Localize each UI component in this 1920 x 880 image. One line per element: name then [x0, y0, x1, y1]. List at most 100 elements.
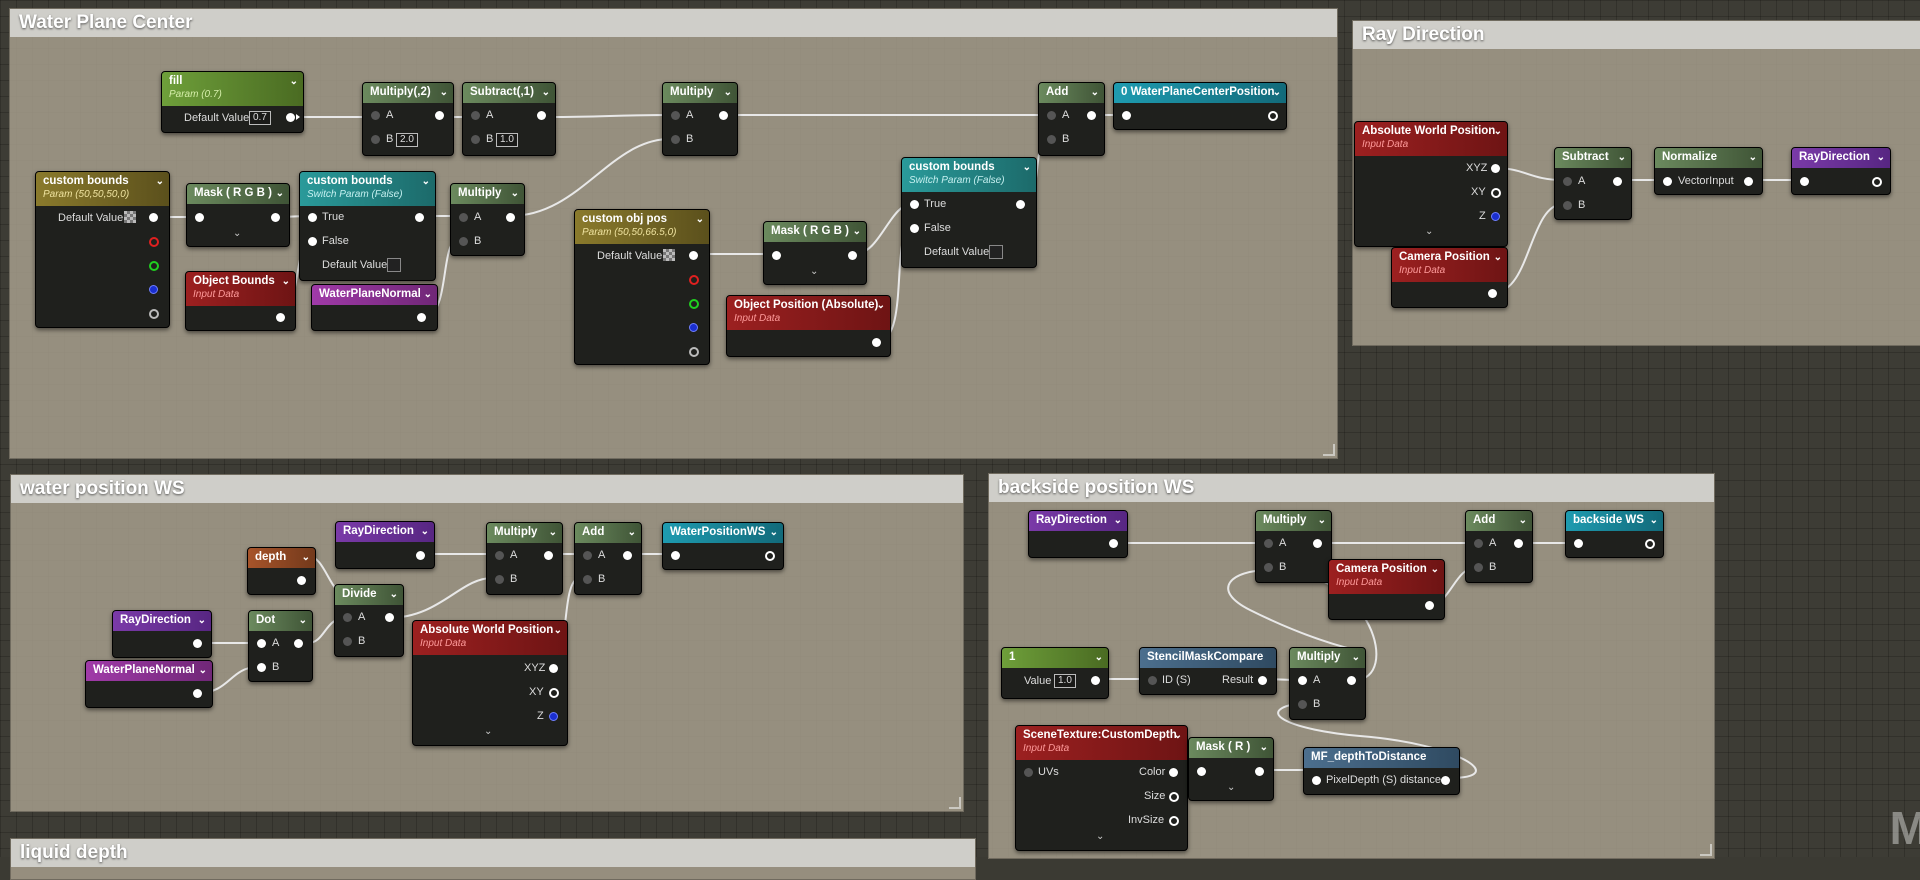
output-pin[interactable] [294, 639, 303, 648]
node-multiply-ws[interactable]: Multiply ⌄ A B [486, 522, 563, 595]
output-pin[interactable] [1313, 539, 1322, 548]
input-pin[interactable] [1122, 111, 1131, 120]
output-pin[interactable] [1872, 177, 1882, 187]
expand-arrow-icon[interactable]: ⌄ [1227, 782, 1235, 793]
chevron-down-icon[interactable]: ⌄ [1023, 161, 1031, 174]
chevron-down-icon[interactable]: ⌄ [853, 225, 861, 238]
output-pin-invsize[interactable] [1169, 816, 1179, 826]
default-value-checkbox[interactable] [387, 258, 401, 272]
input-pin-true[interactable] [308, 213, 317, 222]
input-pin-a[interactable] [471, 111, 480, 120]
output-pin[interactable] [719, 111, 728, 120]
output-pin-z[interactable] [549, 712, 558, 721]
input-pin-a[interactable] [1047, 111, 1056, 120]
output-pin[interactable] [286, 113, 295, 122]
output-pin-xy[interactable] [1491, 188, 1501, 198]
input-pin[interactable] [195, 213, 204, 222]
node-camera-position-ray[interactable]: Camera Position Input Data ⌄ [1391, 247, 1508, 308]
node-raydirection-3[interactable]: RayDirection ⌄ [1028, 510, 1128, 558]
output-pin-xyz[interactable] [1491, 164, 1500, 173]
input-pin-b[interactable] [1264, 563, 1273, 572]
chevron-down-icon[interactable]: ⌄ [276, 187, 284, 200]
output-pin[interactable] [417, 313, 426, 322]
default-value-field[interactable]: 0.7 [249, 111, 271, 125]
node-backside-ws-output[interactable]: backside WS ⌄ [1565, 510, 1664, 558]
node-multiply-bs2[interactable]: Multiply ⌄ A B [1289, 647, 1366, 720]
output-pin-r[interactable] [149, 237, 159, 247]
input-pin-b[interactable] [459, 237, 468, 246]
chevron-down-icon[interactable]: ⌄ [422, 175, 430, 188]
output-pin[interactable] [1514, 539, 1523, 548]
output-pin-z[interactable] [1491, 212, 1500, 221]
node-water-plane-normal-1[interactable]: WaterPlaneNormal ⌄ [311, 284, 438, 331]
output-pin[interactable] [416, 551, 425, 560]
output-pin[interactable] [765, 551, 775, 561]
chevron-down-icon[interactable]: ⌄ [198, 614, 206, 627]
chevron-down-icon[interactable]: ⌄ [290, 75, 298, 88]
node-multiply-mid[interactable]: Multiply ⌄ A B [450, 183, 525, 256]
node-constant-1[interactable]: 1 ⌄ Value 1.0 [1001, 647, 1109, 699]
chevron-down-icon[interactable]: ⌄ [1114, 514, 1122, 527]
node-raydirection-1[interactable]: RayDirection ⌄ [335, 521, 435, 569]
output-pin-g[interactable] [149, 261, 159, 271]
output-pin[interactable] [297, 576, 306, 585]
output-pin[interactable] [506, 213, 515, 222]
output-pin[interactable] [623, 551, 632, 560]
node-custom-bounds-switch-2[interactable]: custom bounds Switch Param (False) ⌄ True … [901, 157, 1037, 268]
input-pin[interactable] [1663, 177, 1672, 186]
node-fill[interactable]: fill Param (0.7) ⌄ Default Value 0.7 [161, 71, 304, 133]
expand-arrow-icon[interactable]: ⌄ [1425, 226, 1433, 237]
node-raydirection-output[interactable]: RayDirection ⌄ [1791, 147, 1891, 195]
chevron-down-icon[interactable]: ⌄ [390, 588, 398, 601]
input-pin[interactable] [1574, 539, 1583, 548]
chevron-down-icon[interactable]: ⌄ [770, 526, 778, 539]
node-camera-position-bs[interactable]: Camera Position Input Data ⌄ [1328, 559, 1445, 620]
output-pin[interactable] [193, 689, 202, 698]
chevron-down-icon[interactable]: ⌄ [1431, 563, 1439, 576]
node-custom-obj-pos[interactable]: custom obj pos Param (50,50,66.5,0) ⌄ Defa… [574, 209, 710, 365]
output-pin[interactable] [1744, 177, 1753, 186]
input-pin-b[interactable] [671, 135, 680, 144]
output-pin-r[interactable] [689, 275, 699, 285]
chevron-down-icon[interactable]: ⌄ [628, 526, 636, 539]
output-pin[interactable] [1087, 111, 1096, 120]
chevron-down-icon[interactable]: ⌄ [877, 299, 885, 312]
node-absolute-world-position-ray[interactable]: Absolute World Position Input Data ⌄ XYZ X… [1354, 121, 1508, 247]
input-pin-a[interactable] [257, 639, 266, 648]
node-object-bounds[interactable]: Object Bounds Input Data ⌄ [185, 271, 296, 331]
b-value-field[interactable]: 2.0 [396, 133, 418, 147]
node-add-top[interactable]: Add ⌄ A B [1038, 82, 1105, 156]
chevron-down-icon[interactable]: ⌄ [1273, 86, 1281, 99]
chevron-down-icon[interactable]: ⌄ [302, 551, 310, 564]
chevron-down-icon[interactable]: ⌄ [1091, 86, 1099, 99]
output-pin[interactable] [271, 213, 280, 222]
node-custom-bounds-param[interactable]: custom bounds Param (50,50,50,0) ⌄ Default… [35, 171, 170, 328]
input-pin-uvs[interactable] [1024, 768, 1033, 777]
chevron-down-icon[interactable]: ⌄ [1260, 741, 1268, 754]
node-waterpositionws-output[interactable]: WaterPositionWS ⌄ [662, 522, 784, 570]
output-pin-rgba[interactable] [689, 251, 698, 260]
input-pin-b[interactable] [495, 575, 504, 584]
expand-arrow-icon[interactable]: ⌄ [233, 228, 241, 239]
output-pin[interactable] [435, 111, 444, 120]
input-pin-b[interactable] [1298, 700, 1307, 709]
input-pin-a[interactable] [459, 213, 468, 222]
default-value-checkbox[interactable] [989, 245, 1003, 259]
chevron-down-icon[interactable]: ⌄ [282, 275, 290, 288]
node-multiply-2[interactable]: Multiply(,2) ⌄ A B 2.0 [362, 82, 454, 156]
chevron-down-icon[interactable]: ⌄ [421, 525, 429, 538]
output-pin-result[interactable] [1258, 676, 1267, 685]
output-pin[interactable] [848, 251, 857, 260]
chevron-down-icon[interactable]: ⌄ [1519, 514, 1527, 527]
expand-arrow-icon[interactable]: ⌄ [1096, 831, 1104, 842]
node-water-plane-normal-2[interactable]: WaterPlaneNormal ⌄ [85, 660, 213, 708]
value-field[interactable]: 1.0 [1054, 674, 1076, 688]
chevron-down-icon[interactable]: ⌄ [424, 288, 432, 301]
output-pin[interactable] [1109, 539, 1118, 548]
chevron-down-icon[interactable]: ⌄ [1749, 151, 1757, 164]
node-multiply-bs[interactable]: Multiply ⌄ A B [1255, 510, 1332, 583]
output-pin[interactable] [537, 111, 546, 120]
output-pin[interactable] [1091, 676, 1100, 685]
output-pin[interactable] [1347, 676, 1356, 685]
output-pin-a[interactable] [689, 347, 699, 357]
